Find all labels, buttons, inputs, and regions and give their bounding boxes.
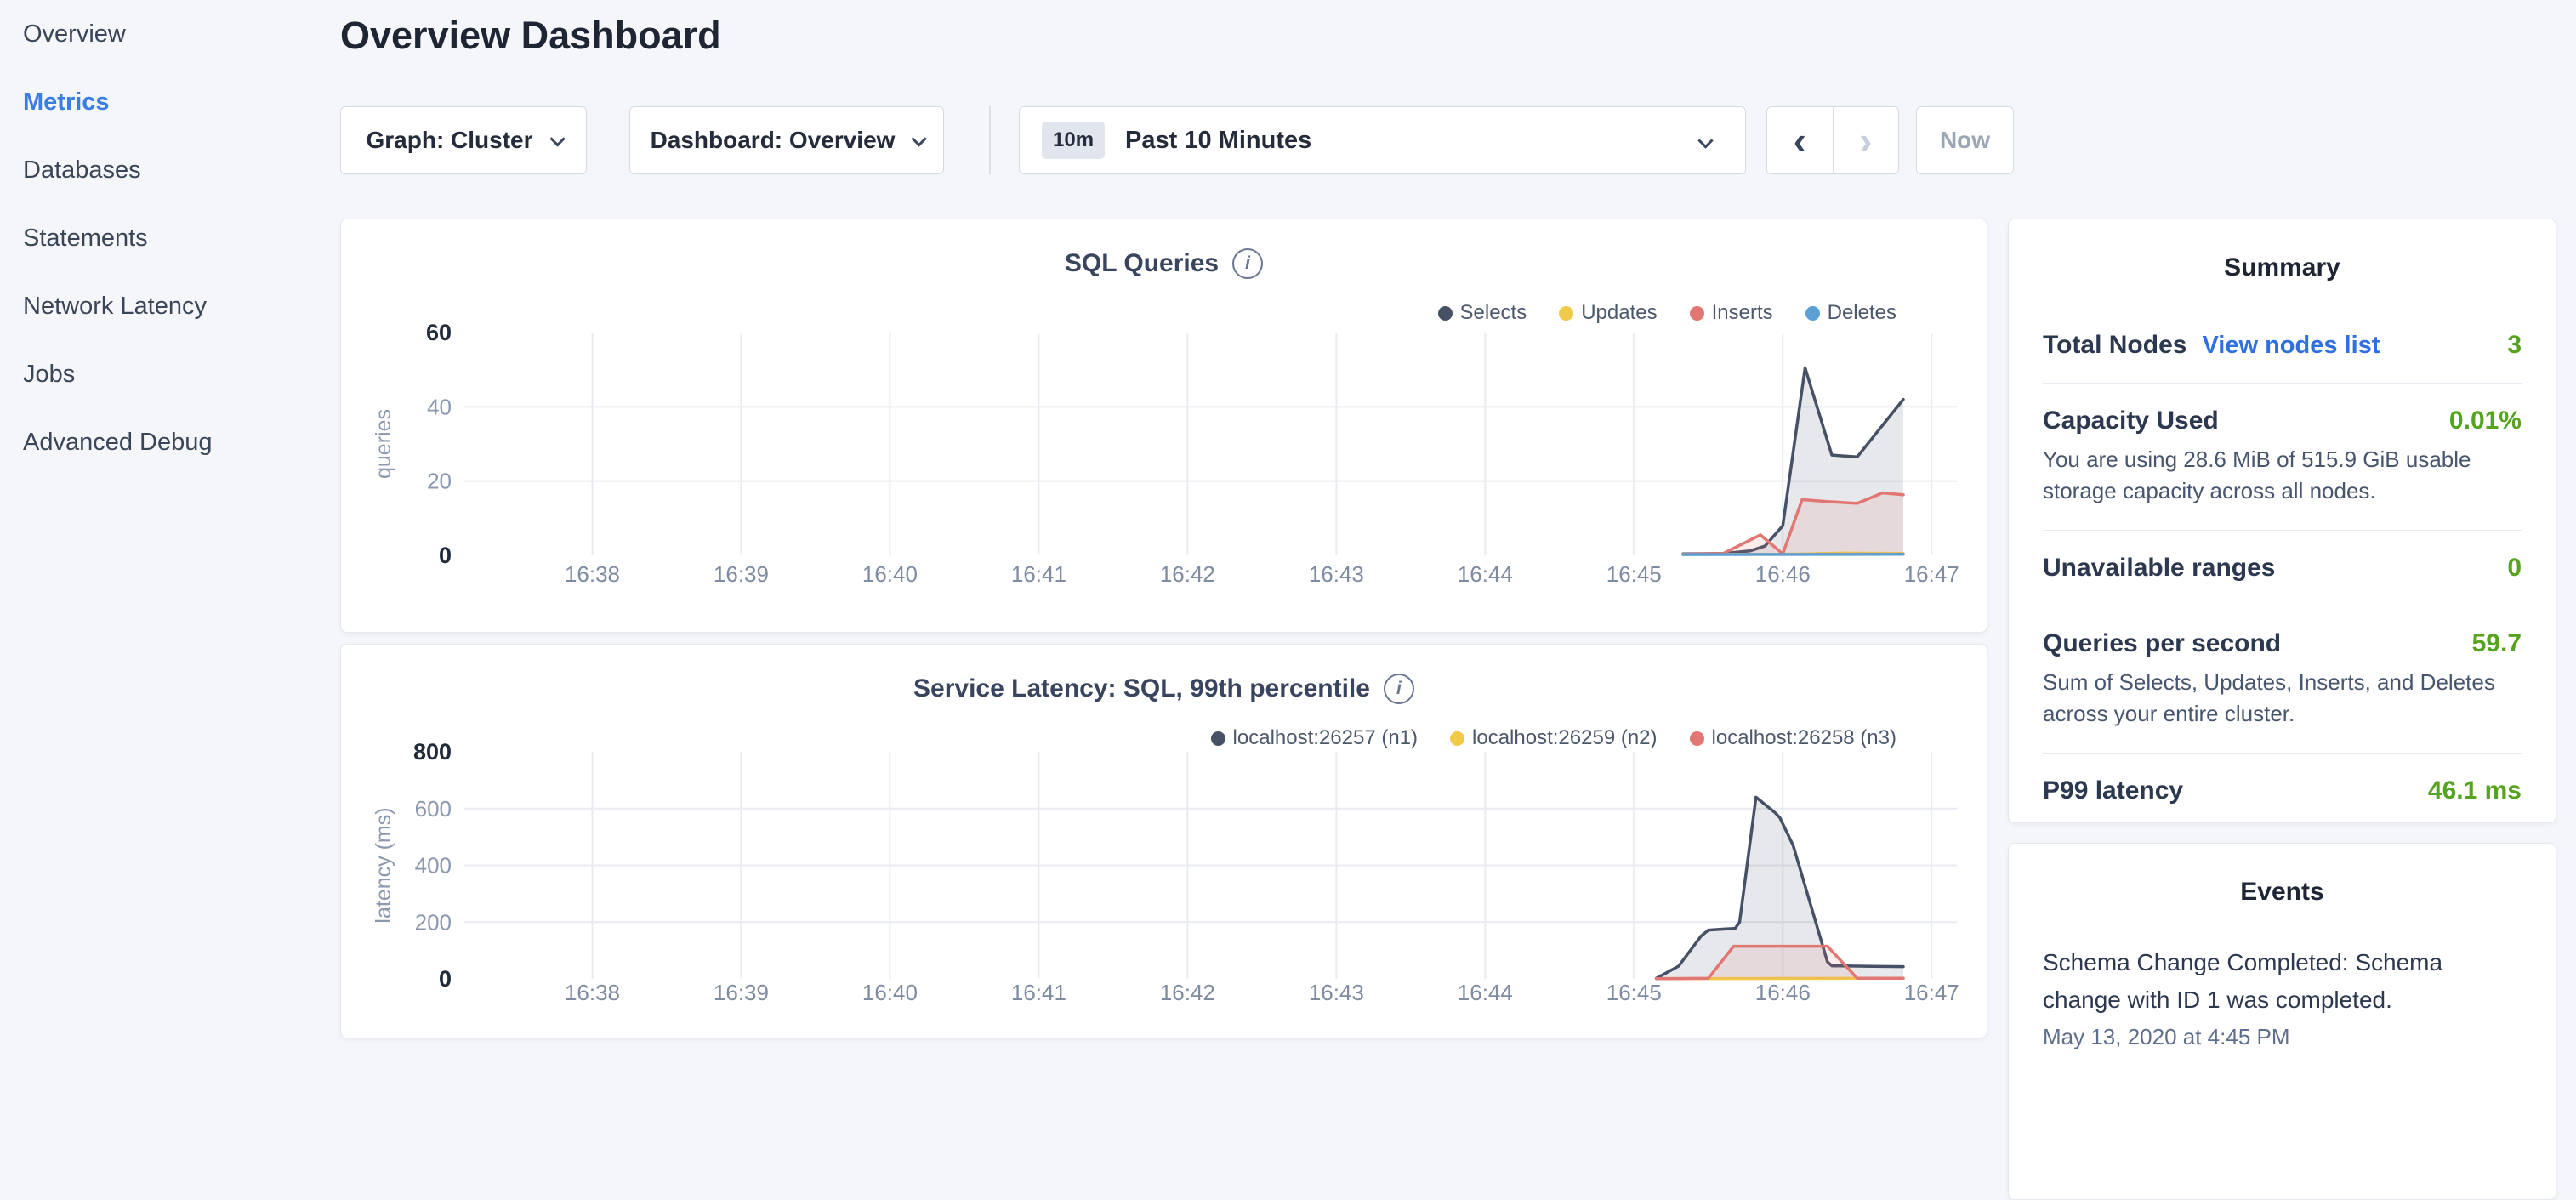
events-list: Schema Change Completed: Schema change w…	[2043, 944, 2522, 1050]
summary-row-description: You are using 28.6 MiB of 515.9 GiB usab…	[2043, 444, 2522, 507]
summary-row-value: 46.1 ms	[2428, 776, 2522, 805]
sidebar-item-overview[interactable]: Overview	[0, 0, 340, 68]
svg-text:16:41: 16:41	[1011, 561, 1066, 587]
page-title: Overview Dashboard	[340, 14, 721, 58]
time-range-picker[interactable]: 10m Past 10 Minutes	[1019, 106, 1746, 174]
event-message: Schema Change Completed: Schema change w…	[2043, 944, 2522, 1019]
summary-row-label: Total Nodes	[2043, 331, 2186, 360]
svg-text:16:43: 16:43	[1309, 561, 1364, 587]
svg-text:800: 800	[413, 739, 452, 765]
dashboard-dropdown[interactable]: Dashboard: Overview	[629, 106, 944, 174]
svg-text:16:47: 16:47	[1904, 561, 1959, 587]
summary-row: Queries per second 59.7 Sum of Selects, Up…	[2043, 606, 2522, 753]
svg-text:16:44: 16:44	[1458, 561, 1513, 587]
summary-row-label: Unavailable ranges	[2043, 554, 2275, 583]
svg-text:16:38: 16:38	[565, 561, 620, 587]
svg-text:60: 60	[426, 320, 452, 345]
svg-text:0: 0	[439, 543, 452, 568]
dashboard-dropdown-label: Dashboard: Overview	[651, 127, 896, 154]
svg-text:16:46: 16:46	[1755, 561, 1811, 587]
svg-text:16:42: 16:42	[1160, 561, 1215, 587]
svg-text:400: 400	[415, 853, 452, 879]
chevron-down-icon	[912, 131, 927, 146]
summary-row: Unavailable ranges 0	[2043, 530, 2522, 606]
summary-row-description: Sum of Selects, Updates, Inserts, and De…	[2043, 667, 2522, 730]
svg-text:queries: queries	[372, 409, 395, 479]
chevron-down-icon	[549, 131, 565, 146]
chart-title: SQL Queries	[1065, 249, 1219, 278]
svg-text:40: 40	[427, 394, 452, 419]
svg-text:16:40: 16:40	[862, 561, 918, 587]
sidebar-item-jobs[interactable]: Jobs	[0, 340, 340, 408]
svg-text:0: 0	[439, 966, 452, 992]
graph-dropdown[interactable]: Graph: Cluster	[340, 106, 587, 174]
svg-text:16:43: 16:43	[1309, 980, 1364, 1005]
event-timestamp: May 13, 2020 at 4:45 PM	[2043, 1024, 2522, 1050]
svg-text:16:40: 16:40	[862, 980, 918, 1005]
summary-rows: Total Nodes View nodes list 3 Capacity Used…	[2043, 308, 2522, 828]
summary-row-value: 3	[2507, 331, 2522, 360]
now-button[interactable]: Now	[1916, 106, 2014, 174]
sidebar-item-databases[interactable]: Databases	[0, 136, 340, 204]
graph-dropdown-label: Graph: Cluster	[366, 127, 532, 154]
summary-row-value: 0.01%	[2449, 407, 2522, 435]
summary-row-label: P99 latency	[2043, 776, 2183, 805]
event-item[interactable]: Schema Change Completed: Schema change w…	[2043, 944, 2522, 1050]
sql-queries-chart-card: SQL Queriesi SelectsUpdatesInsertsDelete…	[340, 219, 1987, 633]
svg-text:16:45: 16:45	[1606, 561, 1662, 587]
summary-row: P99 latency 46.1 ms	[2043, 753, 2522, 828]
summary-panel: Summary Total Nodes View nodes list 3 Capac…	[2008, 219, 2556, 823]
summary-row-value: 0	[2507, 554, 2522, 583]
sidebar: OverviewMetricsDatabasesStatementsNetwor…	[0, 0, 340, 1051]
sql-queries-plot[interactable]: 16:38 16:39 16:40 16:41 16:42 16:43 16:44 16:45…	[341, 313, 1988, 634]
svg-text:16:42: 16:42	[1160, 980, 1215, 1005]
svg-text:latency (ms): latency (ms)	[372, 807, 395, 923]
sidebar-item-network-latency[interactable]: Network Latency	[0, 272, 340, 340]
summary-row: Total Nodes View nodes list 3	[2043, 308, 2522, 383]
svg-text:20: 20	[427, 469, 452, 494]
summary-row-label: Queries per second	[2043, 629, 2281, 658]
service-latency-plot[interactable]: 16:38 16:39 16:40 16:41 16:42 16:43 16:44 16:45…	[341, 730, 1988, 1039]
chart-title: Service Latency: SQL, 99th percentile	[913, 674, 1370, 703]
sidebar-item-advanced-debug[interactable]: Advanced Debug	[0, 408, 340, 476]
summary-row-value: 59.7	[2472, 629, 2522, 658]
svg-text:600: 600	[415, 796, 452, 822]
summary-title: Summary	[2043, 253, 2522, 282]
summary-row: Capacity Used 0.01% You are using 28.6 MiB…	[2043, 383, 2522, 530]
sidebar-item-metrics[interactable]: Metrics	[0, 68, 340, 136]
events-panel: Events Schema Change Completed: Schema c…	[2008, 843, 2556, 1200]
svg-text:200: 200	[415, 909, 452, 935]
svg-text:16:46: 16:46	[1755, 980, 1811, 1005]
sidebar-item-statements[interactable]: Statements	[0, 204, 340, 272]
summary-row-label: Capacity Used	[2043, 407, 2219, 435]
time-pager: ‹ ›	[1766, 106, 1899, 174]
time-range-badge: 10m	[1042, 122, 1105, 159]
next-time-button[interactable]: ›	[1834, 107, 1899, 173]
chevron-down-icon	[1697, 133, 1713, 148]
view-nodes-link[interactable]: View nodes list	[2202, 332, 2380, 360]
prev-time-button[interactable]: ‹	[1767, 107, 1834, 173]
time-range-label: Past 10 Minutes	[1125, 127, 1311, 155]
svg-text:16:44: 16:44	[1458, 980, 1513, 1005]
svg-text:16:41: 16:41	[1011, 980, 1066, 1005]
info-icon[interactable]: i	[1232, 248, 1263, 279]
svg-text:16:39: 16:39	[714, 980, 769, 1005]
events-title: Events	[2043, 878, 2522, 907]
info-icon[interactable]: i	[1384, 674, 1414, 704]
svg-text:16:38: 16:38	[565, 980, 620, 1005]
svg-text:16:45: 16:45	[1606, 980, 1662, 1005]
svg-text:16:39: 16:39	[714, 561, 769, 587]
service-latency-chart-card: Service Latency: SQL, 99th percentile i l…	[340, 644, 1987, 1038]
svg-text:16:47: 16:47	[1904, 980, 1959, 1005]
toolbar-divider	[989, 106, 991, 174]
